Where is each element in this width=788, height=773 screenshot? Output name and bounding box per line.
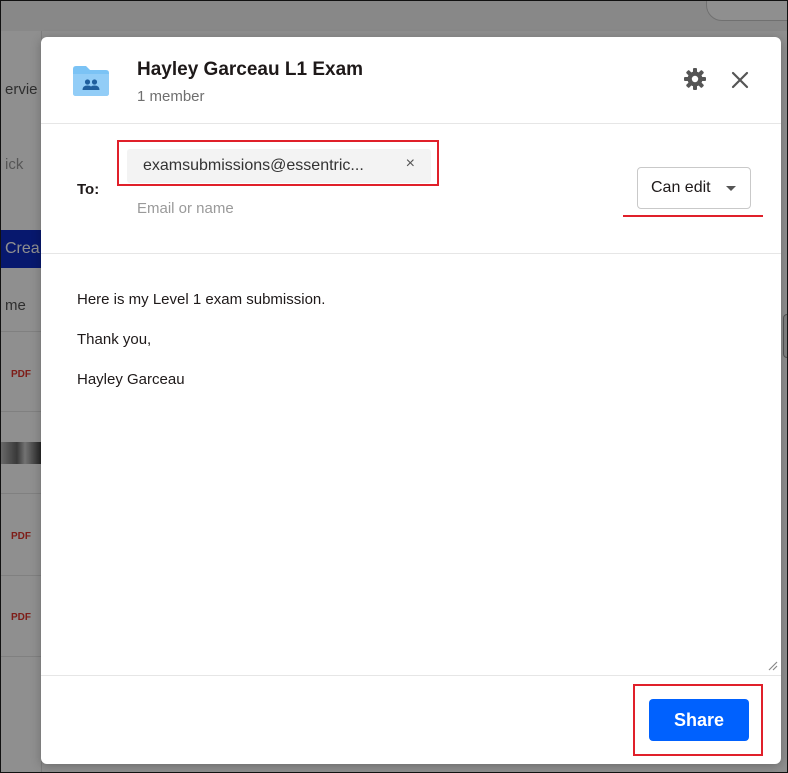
email-or-name-input[interactable] (137, 197, 517, 219)
message-line: Thank you, (77, 331, 152, 348)
shared-folder-icon (73, 66, 109, 96)
screenshot-frame: ervie ick Crea me PDF PDF PDF Hayley Gar… (0, 0, 788, 773)
permission-dropdown[interactable]: Can edit (637, 167, 751, 209)
gear-icon[interactable] (683, 67, 707, 91)
remove-recipient-icon[interactable]: × (406, 155, 415, 173)
caret-down-icon (726, 186, 736, 191)
dialog-footer: Share (41, 675, 781, 765)
recipients-section: To: examsubmissions@essentric... × Can e… (41, 123, 781, 254)
recipient-chip-label: examsubmissions@essentric... (143, 157, 364, 174)
dialog-header: Hayley Garceau L1 Exam 1 member (41, 37, 781, 124)
share-button[interactable]: Share (649, 699, 749, 741)
message-line: Hayley Garceau (77, 371, 185, 388)
close-icon[interactable] (730, 70, 750, 90)
message-textarea[interactable]: Here is my Level 1 exam submission. Than… (41, 254, 781, 674)
member-count: 1 member (137, 88, 205, 105)
annotation-underline-permission (623, 215, 763, 217)
message-line: Here is my Level 1 exam submission. (77, 291, 326, 308)
to-label: To: (77, 181, 100, 198)
permission-selected-label: Can edit (651, 179, 711, 196)
recipient-chip[interactable]: examsubmissions@essentric... × (127, 149, 431, 183)
share-dialog: Hayley Garceau L1 Exam 1 member To: exam… (41, 37, 781, 764)
dialog-title: Hayley Garceau L1 Exam (137, 59, 364, 80)
resize-handle-icon[interactable] (766, 659, 778, 671)
